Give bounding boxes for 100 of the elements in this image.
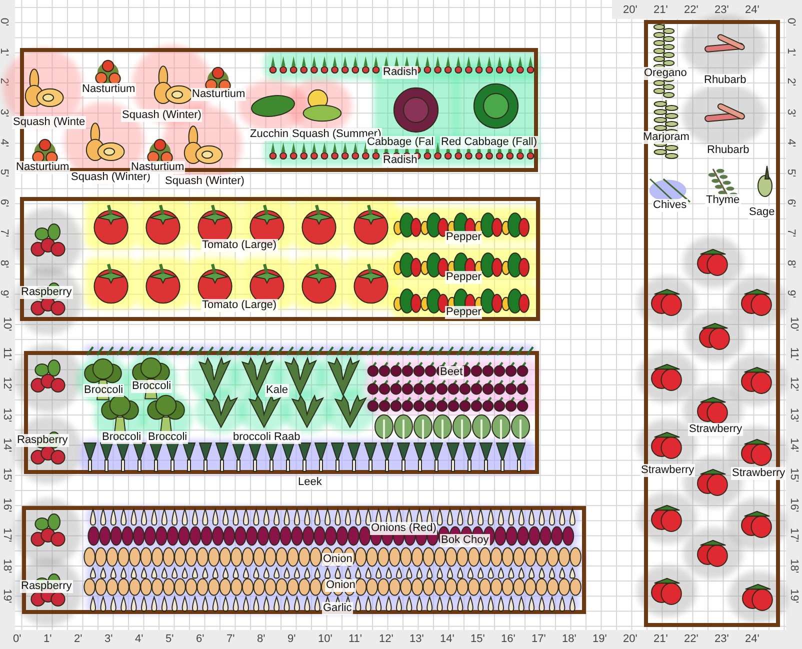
ruler-label: 17'	[532, 633, 546, 645]
plant-label: Leek	[297, 476, 323, 489]
plant-label: Tomato (Large)	[201, 299, 278, 312]
plant-label: Thyme	[705, 194, 741, 207]
zucchini-icon[interactable]	[250, 92, 296, 120]
plant-label: Chives	[652, 199, 688, 212]
plant-label: Tomato (Large)	[201, 239, 278, 252]
plant-label: Squash (Winter)	[164, 175, 246, 188]
strawberry-icon[interactable]	[649, 431, 685, 459]
strawberry-icon[interactable]	[740, 583, 776, 611]
strawberry-icon[interactable]	[739, 438, 775, 466]
plant-label: Beet	[439, 366, 464, 379]
ruler-label: 20'	[623, 4, 638, 16]
ruler-label: 11'	[788, 347, 800, 361]
ruler-label: 13'	[410, 633, 424, 645]
cabbage-icon[interactable]	[392, 86, 440, 134]
ruler-label: 3'	[104, 633, 113, 645]
ruler-label: 19'	[592, 633, 607, 645]
strawberry-icon[interactable]	[695, 396, 731, 424]
strawberry-icon[interactable]	[649, 363, 685, 391]
ruler-label: 7'	[0, 229, 10, 238]
ruler-label: 1'	[785, 48, 798, 56]
strawberry-icon[interactable]	[739, 366, 775, 394]
strawberry-icon[interactable]	[695, 539, 731, 567]
ruler-label: 14'	[788, 438, 800, 452]
plant-label: Kale	[265, 384, 290, 397]
ruler-label: 5'	[166, 633, 174, 645]
ruler-label: 7'	[226, 633, 235, 645]
ruler-label: 18'	[788, 558, 800, 573]
ruler-label: 13'	[788, 407, 800, 422]
ruler-label: 9'	[785, 290, 798, 298]
plant-label: Raspberry	[16, 434, 69, 447]
ruler-label: 19'	[788, 588, 800, 603]
plant-label: Rhubarb	[706, 144, 750, 157]
strawberry-icon[interactable]	[739, 510, 775, 538]
ruler-label: 5'	[785, 168, 798, 178]
ruler-label: 11'	[0, 347, 13, 361]
ruler-label: 10'	[788, 316, 800, 332]
ruler-label: 5'	[0, 168, 10, 178]
ruler-label: 2'	[0, 78, 10, 86]
ruler-label: 0'	[785, 18, 798, 26]
ruler-label: 12'	[379, 633, 394, 645]
ruler-label: 17'	[788, 528, 800, 543]
ruler-label: 2'	[785, 78, 798, 86]
plant-label: Nasturtium	[130, 161, 186, 174]
plant-label: Rhubarb	[703, 74, 748, 87]
ruler-label: 15'	[470, 633, 485, 645]
ruler-label: 15'	[1, 468, 14, 482]
ruler-label: 14'	[440, 633, 454, 645]
ruler-label: 21'	[654, 4, 668, 16]
ruler-label: 14'	[1, 438, 14, 452]
plant-label: broccoli Raab	[232, 431, 302, 444]
ruler-label: 22'	[684, 4, 698, 16]
ruler-label: 24'	[745, 633, 760, 645]
ruler-label: 0'	[13, 633, 22, 645]
strawberry-icon[interactable]	[695, 248, 731, 276]
ruler-label: 12'	[1, 377, 14, 392]
plant-label: Onions (Red)	[370, 522, 438, 535]
strawberry-icon[interactable]	[695, 468, 731, 496]
cabbage-icon[interactable]	[472, 82, 520, 130]
plant-label: Strawberry	[688, 423, 744, 436]
ruler-label: 6'	[0, 199, 10, 208]
strawberry-icon[interactable]	[697, 322, 733, 350]
ruler-label: 15'	[788, 468, 800, 482]
ruler-label: 4'	[0, 138, 10, 147]
strawberry-icon[interactable]	[649, 577, 685, 605]
ruler-label: 22'	[684, 633, 698, 645]
strawberry-icon[interactable]	[649, 288, 685, 316]
ruler-label: 4'	[135, 633, 144, 645]
plant-label: Onion	[322, 553, 354, 566]
plant-label: Squash (Winte	[12, 116, 86, 129]
plant-label: Squash (Winter)	[70, 171, 152, 184]
ruler-label: 16'	[501, 633, 516, 645]
ruler-label: 24'	[745, 4, 760, 16]
plant-label: Red Cabbage (Fall)	[440, 136, 538, 149]
ruler-label: 17'	[1, 528, 14, 543]
plant-label: Pepper	[445, 306, 482, 319]
ruler-label: 3'	[0, 108, 10, 117]
ruler-label: 7'	[785, 229, 798, 238]
onion-row-drawing[interactable]	[84, 578, 584, 596]
plant-label: Pepper	[445, 271, 482, 284]
plant-label: Pepper	[445, 231, 482, 244]
plant-label: Nasturtium	[15, 161, 70, 174]
plant-label: Radish	[382, 66, 418, 79]
plant-label: Raspberry	[20, 580, 73, 593]
plant-label: Radish	[382, 154, 418, 167]
sage-leaf-icon[interactable]	[755, 165, 775, 200]
onion-row-drawing[interactable]	[84, 547, 584, 567]
plant-label: Broccoli	[83, 384, 124, 397]
plant-label: Squash (Winter)	[121, 109, 202, 122]
ruler-label: 10'	[1, 316, 14, 332]
plant-label: Garlic	[322, 602, 353, 615]
plant-label: Onion	[325, 579, 356, 592]
plant-label: Strawberry	[731, 467, 786, 480]
plant-label: Strawberry	[640, 464, 696, 477]
ruler-label: 1'	[0, 48, 10, 56]
strawberry-icon[interactable]	[649, 504, 685, 532]
strawberry-icon[interactable]	[739, 288, 775, 316]
ruler-label: 4'	[785, 138, 798, 147]
ruler-label: 8'	[0, 259, 10, 268]
